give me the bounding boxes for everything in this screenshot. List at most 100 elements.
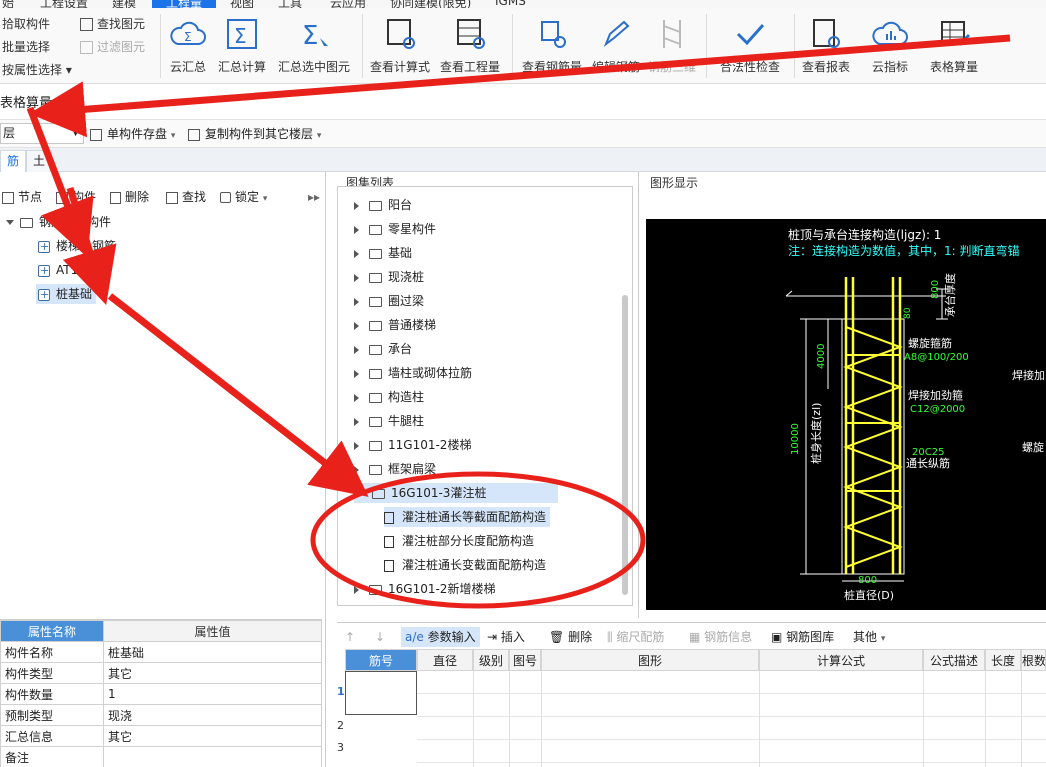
list-item[interactable]: 零星构件 xyxy=(354,219,436,239)
menu-cloud[interactable]: 云应用 xyxy=(330,0,366,8)
list-item[interactable]: 灌注桩通长变截面配筋构造 xyxy=(384,555,546,575)
table-quantity-button[interactable]: 表格算量 xyxy=(924,12,984,78)
folder-icon xyxy=(369,272,382,283)
menu-modeling[interactable]: 建模 xyxy=(112,0,136,8)
component-node-icon xyxy=(38,237,50,257)
table-row[interactable]: 预制类型 现浇 xyxy=(0,704,322,726)
view-formula-button[interactable]: 查看计算式 xyxy=(368,12,432,78)
cloud-summary-button[interactable]: Σ 云汇总 xyxy=(166,12,210,78)
pick-component-button[interactable]: 拾取构件 xyxy=(2,14,50,34)
more-icon[interactable]: ▸▸ xyxy=(308,188,320,206)
summary-selected-button[interactable]: Σ 汇总选中图元 xyxy=(274,12,354,78)
move-up-icon[interactable]: ↑ xyxy=(345,627,355,647)
list-item[interactable]: 框架扁梁 xyxy=(354,459,436,479)
validity-check-button[interactable]: 合法性检查 xyxy=(712,12,788,78)
menu-project-settings[interactable]: 工程设置 xyxy=(40,0,88,8)
folder-icon xyxy=(369,440,382,451)
other-dropdown[interactable]: 其他 ▾ xyxy=(853,627,885,647)
list-item[interactable]: 圈过梁 xyxy=(354,291,424,311)
list-item[interactable]: 11G101-2楼梯 xyxy=(354,435,471,455)
list-item[interactable]: 现浇桩 xyxy=(354,267,424,287)
table-row[interactable]: 构件数量 1 xyxy=(0,683,322,705)
select-by-property-button[interactable]: 按属性选择 ▾ xyxy=(2,60,72,80)
menu-start[interactable]: 始 xyxy=(2,0,14,8)
trash-icon: 🗑 xyxy=(549,630,565,644)
tab-rebar[interactable]: 筋 xyxy=(0,150,27,172)
table-row[interactable]: 构件名称 桩基础 xyxy=(0,641,322,663)
menu-view[interactable]: 视图 xyxy=(230,0,254,8)
dim-800-top: 800 xyxy=(930,280,941,299)
list-item[interactable]: 构造柱 xyxy=(354,387,424,407)
grid-body[interactable] xyxy=(417,671,1046,767)
rebar-view-icon xyxy=(541,21,566,48)
col-figure-no[interactable]: 图号 xyxy=(509,649,541,671)
col-formula[interactable]: 计算公式 xyxy=(759,649,923,671)
batch-select-button[interactable]: 批量选择 xyxy=(2,37,50,57)
col-bar-number[interactable]: 筋号 xyxy=(345,649,417,671)
rebar-info-button[interactable]: ▦ 钢筋信息 xyxy=(689,627,752,647)
view-quantity-button[interactable]: 查看工程量 xyxy=(436,12,504,78)
edit-rebar-button[interactable]: 编辑钢筋 xyxy=(590,12,642,78)
col-formula-desc[interactable]: 公式描述 xyxy=(923,649,985,671)
table-row[interactable]: 构件类型 其它 xyxy=(0,662,322,684)
col-shape[interactable]: 图形 xyxy=(541,649,759,671)
list-item[interactable]: 墙柱或砌体拉筋 xyxy=(354,363,472,383)
menu-igms[interactable]: IGMS xyxy=(495,0,526,8)
cloud-index-button[interactable]: 云指标 xyxy=(866,12,914,78)
menu-quantities[interactable]: 工程量 xyxy=(152,0,217,8)
menu-collab[interactable]: 协同建模(限免) xyxy=(390,0,471,8)
list-item[interactable]: 普通楼梯 xyxy=(354,315,436,335)
panel-divider[interactable] xyxy=(638,172,639,618)
tab-civil[interactable]: 土 xyxy=(26,150,53,172)
active-cell[interactable] xyxy=(345,671,417,715)
tree-item-pile-foundation[interactable]: 桩基础 xyxy=(36,284,97,305)
delete-button[interactable]: 删除 xyxy=(110,188,149,206)
list-item[interactable]: 基础 xyxy=(354,243,412,263)
list-item[interactable]: 牛腿柱 xyxy=(354,411,424,431)
summary-calc-button[interactable]: Σ 汇总计算 xyxy=(214,12,270,78)
info-icon: ▦ xyxy=(689,630,701,644)
save-component-button[interactable]: 单构件存盘 ▾ xyxy=(90,125,175,143)
view-rebar-button[interactable]: 查看钢筋量 xyxy=(518,12,586,78)
cloud-sum-icon: Σ xyxy=(170,21,206,45)
col-diameter[interactable]: 直径(mm) xyxy=(417,649,473,690)
list-item[interactable]: 灌注桩部分长度配筋构造 xyxy=(384,531,534,551)
tree-item-stair-rebar[interactable]: 楼梯段钢筋 xyxy=(38,236,116,257)
floor-select[interactable]: 层 ▼ xyxy=(0,123,84,144)
component-button[interactable]: 构件 xyxy=(56,188,96,206)
scale-rebar-button[interactable]: ⫼ 缩尺配筋 xyxy=(607,627,664,647)
weld-label: 焊接加劲箍 xyxy=(908,388,963,402)
col-length[interactable]: 长度 xyxy=(985,649,1021,671)
list-item[interactable]: 承台 xyxy=(354,339,412,359)
graphic-canvas[interactable]: 桩顶与承台连接构造(ljgz): 1 注：连接构造为数值，其中，1: 判断直弯锚… xyxy=(646,219,1046,610)
scrollbar[interactable] xyxy=(622,295,628,595)
copy-to-floor-button[interactable]: 复制构件到其它楼层 ▾ xyxy=(188,125,321,143)
folder-icon xyxy=(369,368,382,379)
list-item-selected[interactable]: 灌注桩通长等截面配筋构造 xyxy=(384,507,551,527)
view-report-button[interactable]: 查看报表 xyxy=(800,12,852,78)
rebar-3d-button[interactable]: 钢筋三维 xyxy=(646,12,698,78)
lock-button[interactable]: 锁定 ▾ xyxy=(220,188,267,206)
panel-divider[interactable] xyxy=(325,172,326,767)
col-grade[interactable]: 级别 xyxy=(473,649,509,671)
find-button[interactable]: 查找 xyxy=(166,188,206,206)
grid-delete-button[interactable]: 🗑 删除 xyxy=(549,627,592,647)
table-row[interactable]: 汇总信息 其它 xyxy=(0,725,322,747)
list-item-expanded[interactable]: 16G101-3灌注桩 xyxy=(354,483,558,503)
param-input-button[interactable]: a/e 参数输入 xyxy=(401,627,480,647)
node-button[interactable]: 节点 xyxy=(2,188,42,206)
list-item[interactable]: 阳台 xyxy=(354,195,412,215)
list-item[interactable]: 16G101-2新增楼梯 xyxy=(354,579,495,599)
menu-tools[interactable]: 工具 xyxy=(278,0,302,8)
find-element-button[interactable]: 查找图元 xyxy=(80,14,145,34)
insert-button[interactable]: ⇥ 插入 xyxy=(487,627,525,647)
table-row[interactable]: 备注 xyxy=(0,746,322,767)
move-down-icon[interactable]: ↓ xyxy=(375,627,385,647)
col-count[interactable]: 根数 xyxy=(1021,649,1046,671)
tree-root[interactable]: 钢筋表格构件 xyxy=(6,212,111,232)
panel-title-bar: 表格算量 xyxy=(0,84,1046,120)
filter-element-button[interactable]: 过滤图元 xyxy=(80,37,145,57)
rebar-library-button[interactable]: ▣ 钢筋图库 xyxy=(771,627,834,647)
tree-item-at1[interactable]: AT1 xyxy=(38,260,78,281)
diameter-label: 桩直径(D) xyxy=(844,588,894,602)
